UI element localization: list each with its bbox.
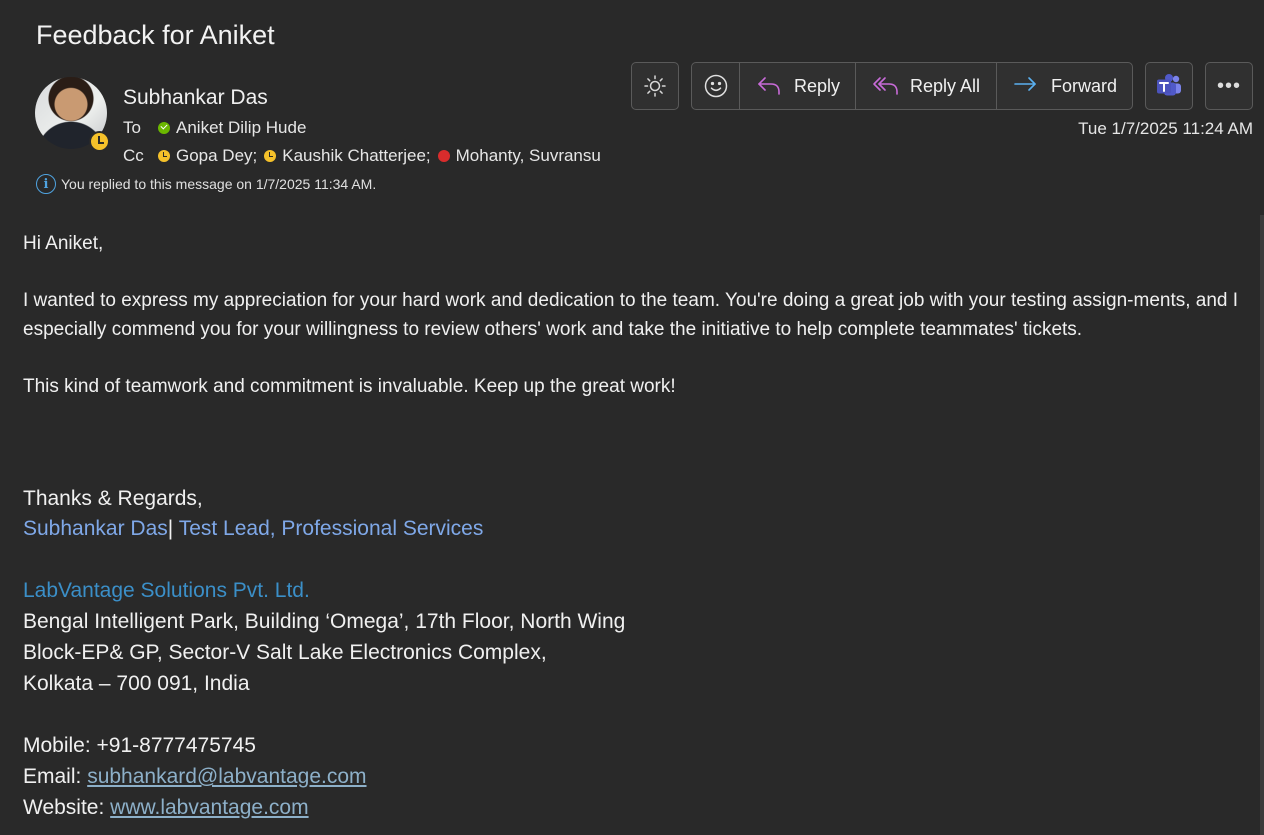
reply-label: Reply [794, 75, 841, 96]
body-paragraph-2: This kind of teamwork and commitment is … [23, 375, 676, 397]
message-body: Hi Aniket, I wanted to express my apprec… [23, 230, 1251, 401]
website-link[interactable]: www.labvantage.com [110, 796, 308, 819]
sig-mobile-line: Mobile: +91-8777475745 [23, 734, 256, 758]
sig-website-line: Website: www.labvantage.com [23, 796, 309, 820]
forward-icon [1014, 77, 1036, 91]
sig-address-3: Kolkata – 700 091, India [23, 672, 250, 695]
recipient-gopa[interactable]: Gopa Dey; [176, 146, 257, 166]
website-label: Website: [23, 796, 111, 819]
more-actions-button[interactable]: ••• [1205, 62, 1253, 110]
forward-button[interactable]: Forward [997, 63, 1132, 109]
sig-name: Subhankar Das [23, 517, 168, 540]
sig-title: Test Lead, Professional Services [173, 517, 484, 540]
greeting: Hi Aniket, [23, 233, 104, 254]
reply-icon [758, 77, 780, 95]
sig-address-1: Bengal Intelligent Park, Building ‘Omega… [23, 610, 626, 633]
teams-chat-button[interactable] [1145, 62, 1193, 110]
forward-label: Forward [1051, 75, 1118, 96]
sender-name[interactable]: Subhankar Das [123, 86, 268, 110]
sun-icon [644, 75, 666, 97]
to-row: To Aniket Dilip Hude [123, 118, 306, 138]
away-status-icon [89, 131, 110, 152]
reaction-button[interactable] [692, 63, 740, 109]
cc-row: Cc Gopa Dey; Kaushik Chatterjee; Mohanty… [123, 146, 601, 166]
away-status-icon [158, 150, 170, 162]
sig-address-2: Block-EP& GP, Sector-V Salt Lake Electro… [23, 641, 547, 664]
teams-icon [1157, 74, 1181, 96]
recipient-mohanty[interactable]: Mohanty, Suvransu [456, 146, 601, 166]
mobile-number: +91-8777475745 [96, 734, 256, 757]
away-status-icon [264, 150, 277, 162]
sig-name-line: Subhankar Das| Test Lead, Professional S… [23, 517, 483, 541]
reply-info-text: You replied to this message on 1/7/2025 … [61, 176, 377, 192]
sig-company: LabVantage Solutions Pvt. Ltd. [23, 579, 310, 602]
body-paragraph-1: I wanted to express my appreciation for … [23, 290, 1239, 340]
sent-datetime: Tue 1/7/2025 11:24 AM [1078, 119, 1253, 138]
sig-closing: Thanks & Regards, [23, 487, 203, 510]
info-icon: i [36, 174, 56, 194]
email-link[interactable]: subhankard@labvantage.com [87, 765, 366, 788]
scrollbar[interactable] [1260, 215, 1264, 835]
email-label: Email: [23, 765, 88, 788]
switch-background-button[interactable] [631, 62, 679, 110]
reply-all-label: Reply All [910, 75, 981, 96]
available-status-icon [158, 122, 170, 134]
busy-status-icon [437, 150, 450, 162]
smiley-icon [704, 74, 727, 98]
recipient-kaushik[interactable]: Kaushik Chatterjee; [282, 146, 430, 166]
mobile-label: Mobile: [23, 734, 97, 757]
message-actions: Reply Reply All Forward [691, 62, 1133, 110]
reply-info-bar: i You replied to this message on 1/7/202… [36, 174, 376, 194]
email-subject: Feedback for Aniket [36, 20, 275, 50]
recipient-aniket[interactable]: Aniket Dilip Hude [176, 118, 306, 138]
reply-all-icon [873, 77, 898, 95]
sig-email-line: Email: subhankard@labvantage.com [23, 765, 367, 789]
reply-button[interactable]: Reply [740, 63, 856, 109]
more-icon: ••• [1216, 74, 1241, 97]
cc-label: Cc [123, 146, 144, 165]
to-label: To [123, 118, 141, 137]
reply-all-button[interactable]: Reply All [856, 63, 997, 109]
